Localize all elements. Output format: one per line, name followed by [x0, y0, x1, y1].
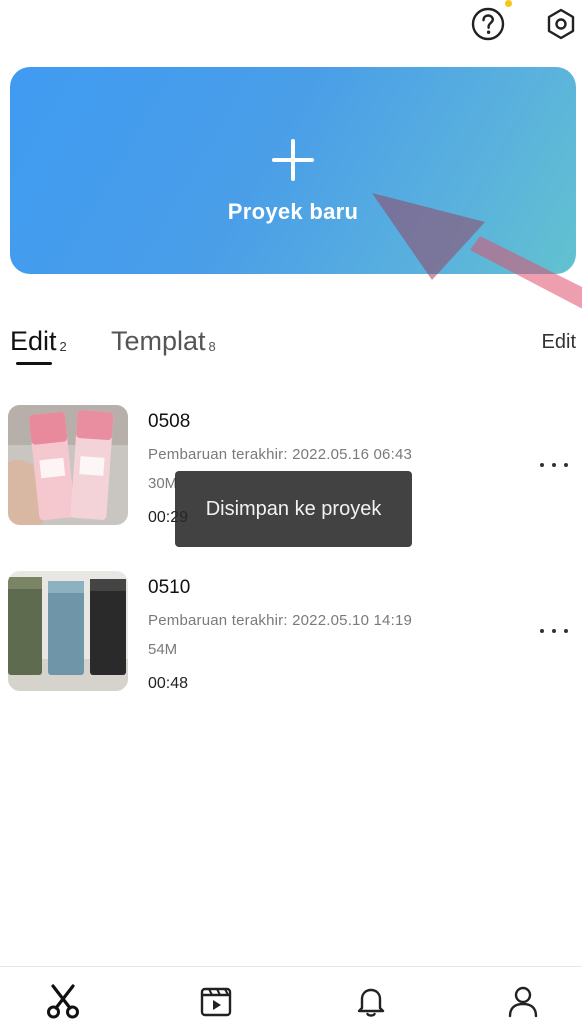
new-project-label: Proyek baru [227, 199, 359, 224]
project-size: 54M [148, 641, 178, 658]
dot-icon [552, 463, 556, 467]
dot-icon [540, 629, 544, 633]
profile-icon[interactable] [503, 981, 543, 1021]
tab-template-count: 8 [208, 339, 216, 354]
more-options-button[interactable] [540, 459, 568, 471]
tab-template[interactable]: Templat 8 [111, 326, 216, 357]
project-item[interactable]: 0510 Pembaruan terakhir: 2022.05.10 14:1… [0, 571, 582, 696]
tab-edit[interactable]: Edit 2 [10, 326, 67, 357]
dot-icon [540, 463, 544, 467]
project-size: 30M [148, 475, 178, 492]
bottom-nav [0, 966, 582, 1024]
help-icon[interactable] [471, 7, 505, 41]
active-tab-indicator [16, 362, 52, 365]
project-thumbnail [8, 405, 128, 525]
project-thumbnail [8, 571, 128, 691]
bell-icon[interactable] [351, 981, 391, 1021]
plus-icon [272, 139, 314, 181]
notification-dot [505, 0, 512, 7]
settings-icon[interactable] [544, 7, 578, 41]
dot-icon [564, 463, 568, 467]
project-duration: 00:48 [148, 675, 189, 692]
scissors-icon[interactable] [43, 981, 83, 1021]
project-updated: Pembaruan terakhir: 2022.05.16 06:43 [148, 446, 413, 463]
more-options-button[interactable] [540, 625, 568, 637]
dot-icon [564, 629, 568, 633]
toast: Disimpan ke proyek [175, 471, 412, 547]
tab-edit-count: 2 [59, 339, 67, 354]
project-title: 0510 [148, 577, 191, 598]
project-updated: Pembaruan terakhir: 2022.05.10 14:19 [148, 612, 413, 629]
toast-text: Disimpan ke proyek [205, 497, 382, 520]
edit-projects-button[interactable]: Edit [542, 331, 576, 354]
tab-edit-label: Edit [10, 326, 57, 356]
film-clapper-icon[interactable] [196, 981, 236, 1021]
new-project-button[interactable]: Proyek baru [10, 67, 576, 274]
tab-template-label: Templat [111, 326, 206, 356]
project-title: 0508 [148, 411, 191, 432]
dot-icon [552, 629, 556, 633]
